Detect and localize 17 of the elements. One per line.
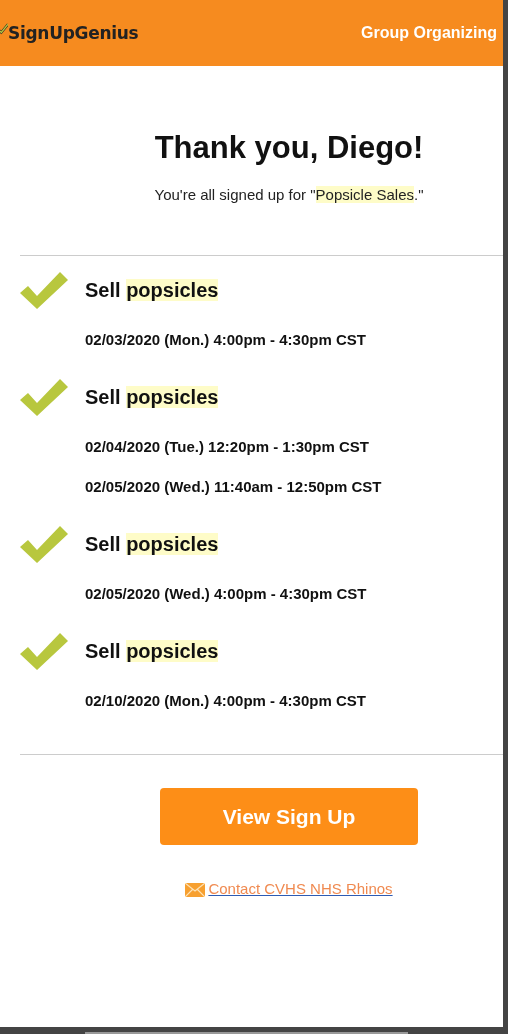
slot-time: 02/10/2020 (Mon.) 4:00pm - 4:30pm CST xyxy=(85,691,367,711)
slot-title: Sell popsicles xyxy=(85,385,219,409)
envelope-icon xyxy=(185,883,206,897)
slot-time: 02/03/2020 (Mon.) 4:00pm - 4:30pm CST xyxy=(85,330,367,350)
slot-title: Sell popsicles xyxy=(85,639,219,663)
checkmark-icon xyxy=(0,23,8,37)
logo-text[interactable]: SignUpGenius xyxy=(8,23,139,43)
contact-link[interactable]: Contact CVHS NHS Rhinos xyxy=(208,880,393,897)
slot-time: 02/04/2020 (Tue.) 12:20pm - 1:30pm CST xyxy=(85,437,370,457)
view-sign-up-button[interactable]: View Sign Up xyxy=(160,788,418,845)
slot-time: 02/05/2020 (Wed.) 4:00pm - 4:30pm CST xyxy=(85,584,368,604)
slot-title: Sell popsicles xyxy=(85,278,219,302)
tagline-link[interactable]: Group Organizing xyxy=(361,24,497,42)
thank-you-heading: Thank you, Diego! xyxy=(153,130,425,166)
signup-confirmation-text: You're all signed up for "Popsicle Sales." xyxy=(153,186,425,203)
slot-title: Sell popsicles xyxy=(85,532,219,556)
slot-time: 02/05/2020 (Wed.) 11:40am - 12:50pm CST xyxy=(85,478,383,497)
